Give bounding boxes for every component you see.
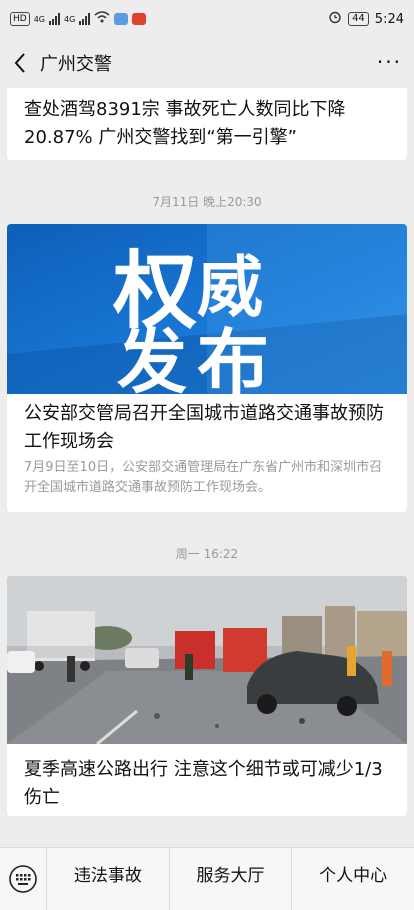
banner-char: 发: [117, 321, 187, 394]
timestamp: 周一 16:22: [175, 547, 239, 561]
article-title: 公安部交管局召开全国城市道路交通事故预防工作现场会: [24, 403, 384, 452]
menu-tab-label: 个人中心: [319, 866, 388, 886]
article-title: 查处酒驾8391宗 事故死亡人数同比下降20.87% 广州交警找到“第一引擎”: [24, 99, 346, 148]
article-card-top[interactable]: 查处酒驾8391宗 事故死亡人数同比下降20.87% 广州交警找到“第一引擎”: [7, 88, 407, 160]
keyboard-toggle-button[interactable]: [0, 848, 47, 910]
article-card-1[interactable]: 权 威 发 布 公安部交管局召开全国城市道路交通事故预防工作现场会 7月9日至1…: [7, 224, 407, 512]
signal-label-2: 4G: [64, 14, 76, 24]
signal-label-1: 4G: [33, 14, 45, 24]
clock-time: 5:24: [374, 11, 404, 27]
app-notification-icon-2: [132, 13, 147, 25]
menu-tab-label: 违法事故: [73, 866, 142, 886]
timestamp: 7月11日 晚上20:30: [152, 195, 262, 209]
menu-tab-service-hall[interactable]: 服务大厅: [170, 848, 293, 910]
battery-icon: 44: [348, 12, 369, 26]
wifi-icon: [94, 11, 110, 27]
menu-tab-violations[interactable]: 违法事故: [47, 848, 170, 910]
article-card-2[interactable]: 夏季高速公路出行 注意这个细节或可减少1/3伤亡: [7, 576, 407, 816]
more-button[interactable]: ···: [377, 50, 402, 74]
back-button[interactable]: [0, 38, 40, 88]
article-title: 夏季高速公路出行 注意这个细节或可减少1/3伤亡: [24, 759, 383, 808]
article-cover-image: [7, 576, 407, 744]
article-summary: 7月9日至10日，公安部交通管理局在广东省广州市和深圳市召开全国城市道路交通事故…: [24, 460, 383, 495]
banner-char: 布: [197, 321, 270, 394]
app-notification-icon: [114, 13, 129, 25]
keyboard-icon: [9, 865, 37, 893]
article-cover-image: 权 威 发 布: [7, 224, 407, 394]
menu-tab-label: 服务大厅: [196, 866, 265, 886]
bottom-menu-bar: 违法事故 服务大厅 个人中心: [0, 847, 414, 910]
page-title: 广州交警: [40, 54, 112, 75]
chat-header: 广州交警 ···: [0, 38, 414, 88]
alarm-icon: [328, 10, 342, 28]
chevron-left-icon: [14, 53, 25, 73]
menu-tab-personal-center[interactable]: 个人中心: [292, 848, 414, 910]
status-bar: HD 4G 4G 44 5:24: [0, 0, 414, 38]
signal-icon: [49, 13, 60, 25]
hd-badge: HD: [10, 12, 30, 26]
signal-icon-2: [79, 13, 91, 25]
